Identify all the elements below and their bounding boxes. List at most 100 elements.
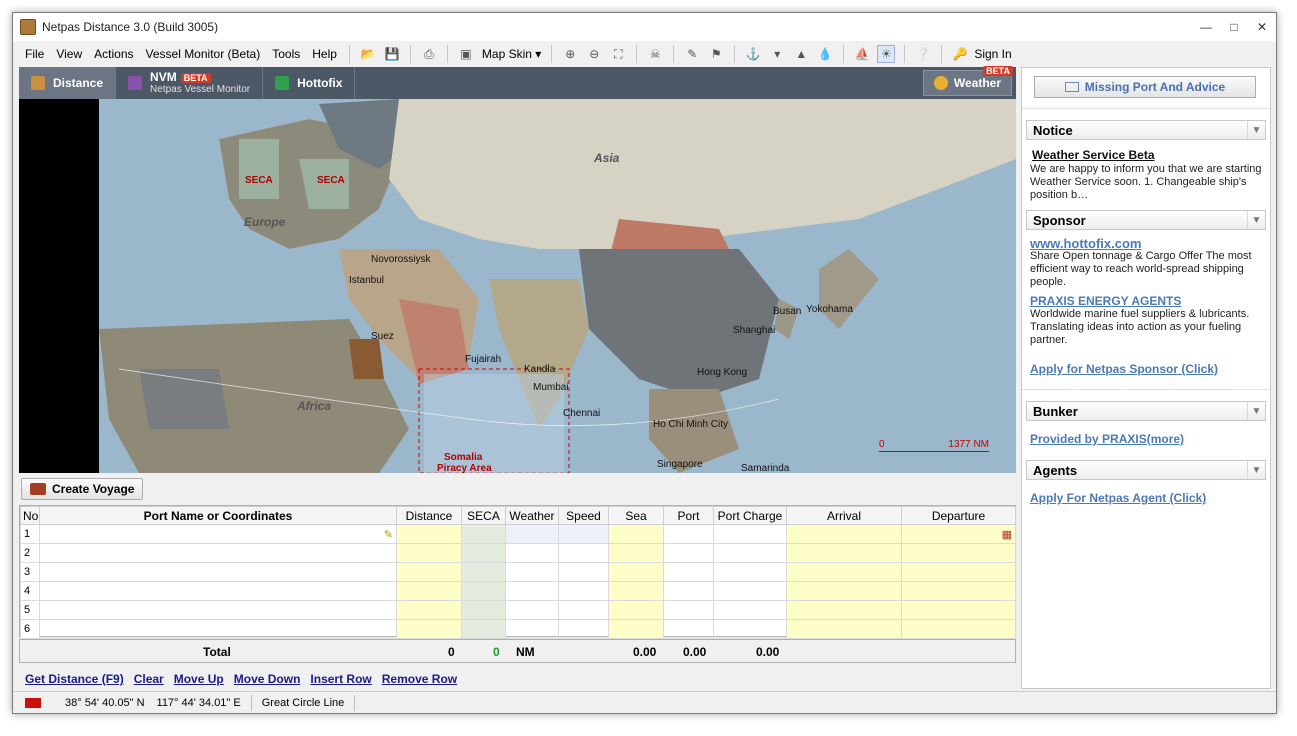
- remove-row-link[interactable]: Remove Row: [382, 672, 457, 686]
- dropdown-arrow-icon[interactable]: ▾: [768, 45, 786, 63]
- port-cell[interactable]: [663, 562, 714, 582]
- chevron-down-icon[interactable]: ▼: [1247, 461, 1265, 479]
- sponsor-link-praxis[interactable]: PRAXIS ENERGY AGENTS: [1030, 294, 1181, 308]
- speed-cell[interactable]: [558, 619, 609, 639]
- menu-actions[interactable]: Actions: [94, 47, 133, 61]
- sea-cell[interactable]: [608, 543, 664, 563]
- minimize-button[interactable]: —: [1192, 13, 1220, 41]
- distance-cell[interactable]: [396, 562, 462, 582]
- label-shanghai[interactable]: Shanghai: [733, 325, 775, 336]
- seca-icon[interactable]: ⚑: [707, 45, 725, 63]
- world-map[interactable]: Asia Europe Africa SECA SECA Novorossiys…: [19, 99, 1016, 473]
- port-icon[interactable]: ▲: [792, 45, 810, 63]
- port-cell[interactable]: [663, 600, 714, 620]
- apply-sponsor-link[interactable]: Apply for Netpas Sponsor (Click): [1030, 362, 1218, 376]
- col-no[interactable]: No: [20, 506, 40, 525]
- table-row[interactable]: 4: [20, 581, 1016, 601]
- piracy-icon[interactable]: ☠: [646, 45, 664, 63]
- seca-cell[interactable]: [461, 562, 506, 582]
- notice-panel-header[interactable]: Notice ▼: [1026, 120, 1266, 140]
- col-departure[interactable]: Departure: [901, 506, 1016, 525]
- print-icon[interactable]: ⎙: [420, 45, 438, 63]
- port-name-cell[interactable]: [39, 619, 397, 639]
- menu-file[interactable]: File: [25, 47, 44, 61]
- port-cell[interactable]: [663, 524, 714, 544]
- port-charge-cell[interactable]: [713, 600, 787, 620]
- departure-cell[interactable]: [901, 562, 1016, 582]
- label-singapore[interactable]: Singapore: [657, 459, 703, 470]
- label-mumbai[interactable]: Mumbai: [533, 382, 569, 393]
- menu-help[interactable]: Help: [312, 47, 337, 61]
- arrival-cell[interactable]: [786, 619, 902, 639]
- sponsor-panel-header[interactable]: Sponsor ▼: [1026, 210, 1266, 230]
- col-speed[interactable]: Speed: [558, 506, 609, 525]
- calendar-icon[interactable]: ▦: [1002, 529, 1012, 541]
- departure-cell[interactable]: [901, 619, 1016, 639]
- help-icon[interactable]: ❔: [914, 45, 932, 63]
- bunker-panel-header[interactable]: Bunker ▼: [1026, 401, 1266, 421]
- chevron-down-icon[interactable]: ▼: [1247, 402, 1265, 420]
- table-row[interactable]: 2: [20, 543, 1016, 563]
- speed-cell[interactable]: [558, 600, 609, 620]
- port-charge-cell[interactable]: [713, 619, 787, 639]
- speed-cell[interactable]: [558, 524, 609, 544]
- port-charge-cell[interactable]: [713, 524, 787, 544]
- port-charge-cell[interactable]: [713, 543, 787, 563]
- fit-map-icon[interactable]: ⛶: [609, 45, 627, 63]
- table-row[interactable]: 5: [20, 600, 1016, 620]
- label-samarinda[interactable]: Samarinda: [741, 463, 789, 473]
- seca-cell[interactable]: [461, 619, 506, 639]
- menu-view[interactable]: View: [56, 47, 82, 61]
- tab-hottofix[interactable]: Hottofix: [263, 67, 356, 99]
- insert-row-link[interactable]: Insert Row: [310, 672, 371, 686]
- departure-cell[interactable]: ▦: [901, 524, 1016, 544]
- col-port-charge[interactable]: Port Charge: [713, 506, 787, 525]
- table-row[interactable]: 1 ✎ ▦: [20, 524, 1016, 544]
- departure-cell[interactable]: [901, 600, 1016, 620]
- arrival-cell[interactable]: [786, 543, 902, 563]
- col-port-name[interactable]: Port Name or Coordinates: [39, 506, 397, 525]
- departure-cell[interactable]: [901, 581, 1016, 601]
- label-hochiminh[interactable]: Ho Chi Minh City: [653, 419, 728, 430]
- map-skin-icon[interactable]: ▣: [457, 45, 475, 63]
- sea-cell[interactable]: [608, 581, 664, 601]
- seca-cell[interactable]: [461, 524, 506, 544]
- chevron-down-icon[interactable]: ▼: [1247, 121, 1265, 139]
- get-distance-link[interactable]: Get Distance (F9): [25, 672, 124, 686]
- arrival-cell[interactable]: [786, 600, 902, 620]
- label-chennai[interactable]: Chennai: [563, 408, 600, 419]
- label-istanbul[interactable]: Istanbul: [349, 275, 384, 286]
- clear-link[interactable]: Clear: [134, 672, 164, 686]
- col-distance[interactable]: Distance: [396, 506, 462, 525]
- sun-icon[interactable]: ☀: [877, 45, 896, 63]
- arrival-cell[interactable]: [786, 581, 902, 601]
- table-row[interactable]: 3: [20, 562, 1016, 582]
- speed-cell[interactable]: [558, 543, 609, 563]
- col-port[interactable]: Port: [663, 506, 714, 525]
- port-charge-cell[interactable]: [713, 562, 787, 582]
- map-skin-dropdown[interactable]: Map Skin ▾: [482, 47, 541, 61]
- col-sea[interactable]: Sea: [608, 506, 664, 525]
- weather-cell[interactable]: [505, 524, 559, 544]
- move-down-link[interactable]: Move Down: [234, 672, 301, 686]
- port-name-cell[interactable]: [39, 543, 397, 563]
- weather-cell[interactable]: [505, 600, 559, 620]
- tab-nvm[interactable]: NVM BETA Netpas Vessel Monitor: [116, 67, 264, 99]
- missing-port-button[interactable]: Missing Port And Advice: [1034, 76, 1256, 98]
- pencil-icon[interactable]: ✎: [384, 529, 393, 541]
- open-icon[interactable]: 📂: [359, 45, 377, 63]
- zoom-in-icon[interactable]: ⊕: [561, 45, 579, 63]
- port-name-cell[interactable]: ✎: [39, 524, 397, 544]
- col-weather[interactable]: Weather: [505, 506, 559, 525]
- seca-cell[interactable]: [461, 581, 506, 601]
- zoom-out-icon[interactable]: ⊖: [585, 45, 603, 63]
- bunker-drop-icon[interactable]: 💧: [816, 45, 834, 63]
- sign-in-link[interactable]: Sign In: [974, 47, 1011, 61]
- weather-cell[interactable]: [505, 543, 559, 563]
- apply-agent-link[interactable]: Apply For Netpas Agent (Click): [1030, 491, 1206, 505]
- table-row[interactable]: 6: [20, 619, 1016, 639]
- distance-cell[interactable]: [396, 581, 462, 601]
- close-button[interactable]: ✕: [1248, 13, 1276, 41]
- distance-cell[interactable]: [396, 600, 462, 620]
- tab-distance[interactable]: Distance: [19, 67, 117, 99]
